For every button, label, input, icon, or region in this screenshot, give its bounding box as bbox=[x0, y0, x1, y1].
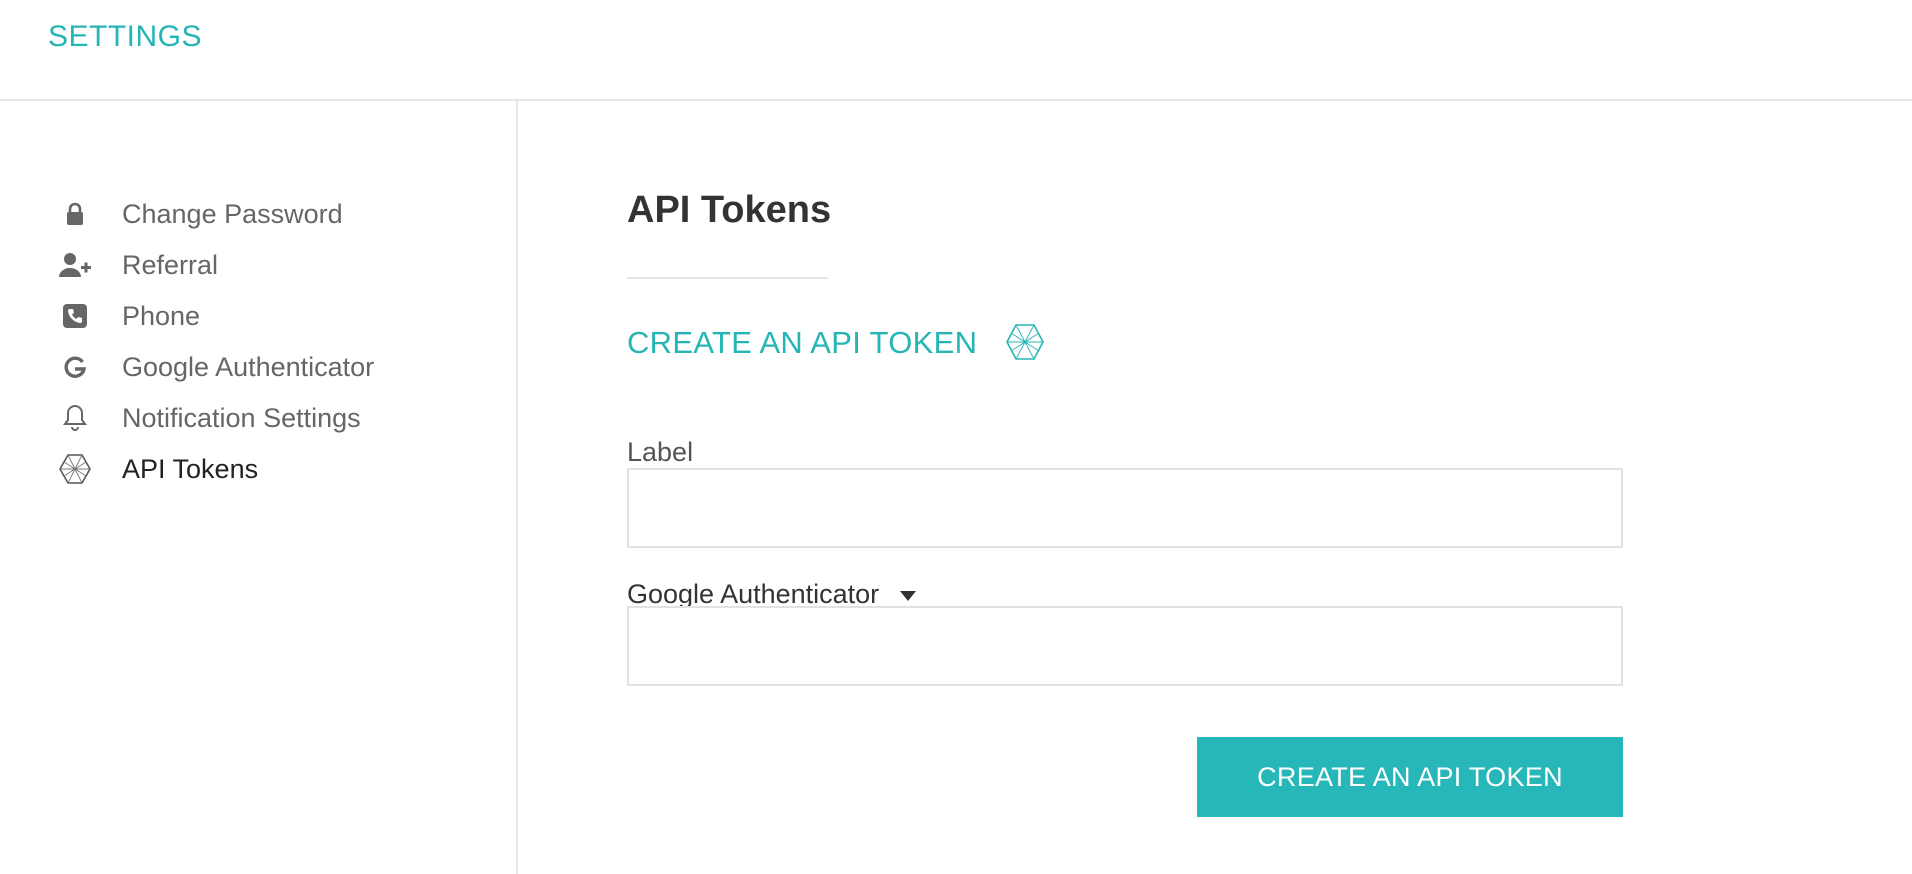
sidebar-item-notification-settings[interactable]: Notification Settings bbox=[58, 398, 498, 438]
sidebar-item-referral[interactable]: Referral bbox=[58, 245, 498, 285]
create-api-token-button[interactable]: CREATE AN API TOKEN bbox=[1197, 737, 1623, 817]
sidebar-item-api-tokens[interactable]: API Tokens bbox=[58, 449, 498, 489]
google-authenticator-code-input[interactable] bbox=[627, 606, 1623, 686]
sidebar-item-label: Notification Settings bbox=[122, 402, 361, 433]
phone-icon bbox=[58, 299, 92, 333]
title-divider bbox=[627, 277, 828, 279]
caret-down-icon bbox=[899, 589, 917, 601]
main-content: API Tokens CREATE AN API TOKEN Label Goo… bbox=[518, 101, 1912, 874]
google-icon bbox=[58, 350, 92, 384]
label-input[interactable] bbox=[627, 468, 1623, 548]
sidebar-item-change-password[interactable]: Change Password bbox=[58, 194, 498, 234]
sidebar-item-label: Change Password bbox=[122, 198, 343, 229]
section-heading: CREATE AN API TOKEN bbox=[627, 323, 1045, 363]
section-title: CREATE AN API TOKEN bbox=[627, 325, 978, 360]
sidebar-item-label: Referral bbox=[122, 249, 219, 280]
sidebar-item-label: Phone bbox=[122, 300, 201, 331]
page-title: API Tokens bbox=[627, 189, 832, 231]
settings-sidebar: Change Password Referral Phone Google Au… bbox=[0, 101, 518, 874]
sidebar-item-phone[interactable]: Phone bbox=[58, 296, 498, 336]
sidebar-item-google-authenticator[interactable]: Google Authenticator bbox=[58, 347, 498, 387]
label-field-label: Label bbox=[627, 437, 694, 467]
top-bar: SETTINGS bbox=[0, 0, 1912, 101]
user-plus-icon bbox=[58, 248, 92, 282]
sidebar-item-label: API Tokens bbox=[122, 453, 259, 484]
lock-icon bbox=[58, 197, 92, 231]
api-token-icon bbox=[58, 452, 92, 486]
bell-icon bbox=[58, 401, 92, 435]
api-token-icon bbox=[1005, 323, 1045, 363]
sidebar-item-label: Google Authenticator bbox=[122, 351, 375, 382]
page-header-title: SETTINGS bbox=[48, 20, 203, 53]
